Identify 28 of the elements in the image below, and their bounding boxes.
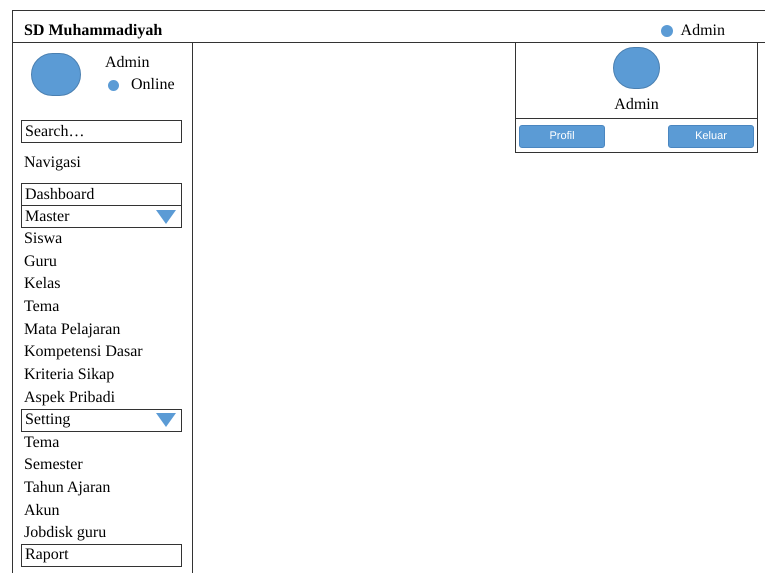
app-title: SD Muhammadiyah — [24, 21, 162, 41]
menu-item[interactable]: Tema — [21, 296, 60, 319]
dropdown-triangle-icon — [156, 210, 176, 224]
avatar-icon — [31, 53, 81, 96]
dropdown-triangle-icon — [156, 413, 176, 427]
menu-item[interactable]: Kelas — [21, 273, 60, 296]
menu-item[interactable]: Semester — [21, 454, 83, 477]
user-name: Admin — [614, 95, 659, 115]
menu-item[interactable]: Mata Pelajaran — [21, 318, 120, 342]
menu-item[interactable]: Akun — [21, 500, 60, 522]
menu-item[interactable]: Guru — [21, 250, 57, 274]
menu-item[interactable]: Dashboard — [21, 183, 182, 206]
menu-item[interactable]: Tema — [21, 432, 60, 454]
section-label: Navigasi — [24, 153, 82, 173]
menu-item[interactable]: Siswa — [21, 228, 62, 251]
menu-item[interactable]: Jobdisk guru — [21, 522, 106, 545]
user-name[interactable]: Admin — [680, 21, 725, 41]
user-name: Admin — [105, 53, 150, 73]
menu-group-header[interactable]: Setting — [21, 408, 182, 432]
search-field[interactable]: Search… — [21, 120, 182, 143]
menu-item[interactable]: Tahun Ajaran — [21, 476, 110, 500]
menu-group-header[interactable]: Master — [21, 205, 182, 228]
menu-item[interactable]: Kriteria Sikap — [21, 364, 114, 387]
avatar-icon — [613, 47, 660, 89]
menu-item[interactable]: Raport — [21, 544, 182, 567]
menu-item[interactable]: Aspek Pribadi — [21, 386, 116, 410]
online-status: Online — [131, 75, 175, 95]
menu-item[interactable]: Kompetensi Dasar — [21, 341, 143, 364]
